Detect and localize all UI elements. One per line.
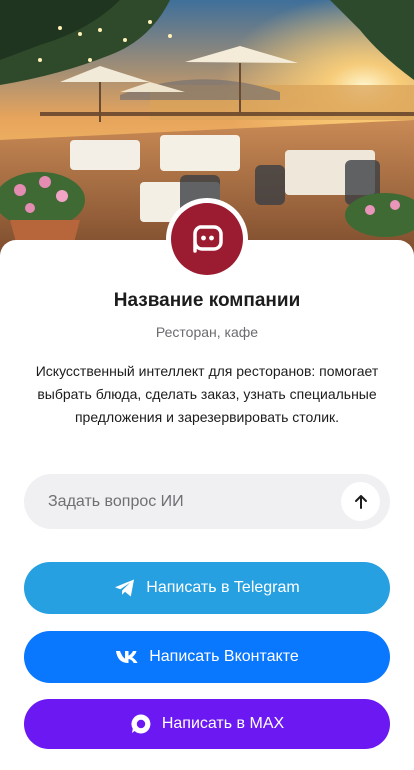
write-max-label: Написать в MAX <box>161 715 285 732</box>
ask-ai-field[interactable] <box>24 474 390 529</box>
write-vk-button[interactable]: Написать Вконтакте <box>24 631 390 683</box>
chat-bubble-icon <box>193 225 223 253</box>
company-description: Искусственный интеллект для ресторанов: … <box>35 363 379 425</box>
vk-icon <box>115 650 139 664</box>
write-telegram-label: Написать в Telegram <box>146 579 300 596</box>
ask-ai-input[interactable] <box>48 474 338 529</box>
send-button[interactable] <box>341 482 380 521</box>
company-avatar-circle <box>171 203 243 275</box>
write-telegram-button[interactable]: Написать в Telegram <box>24 562 390 614</box>
telegram-icon <box>114 578 136 598</box>
page: Название компании Ресторан, кафе Искусст… <box>0 0 414 770</box>
company-avatar <box>166 198 248 280</box>
arrow-up-icon <box>354 494 367 509</box>
write-vk-label: Написать Вконтакте <box>149 648 299 665</box>
write-max-button[interactable]: Написать в MAX <box>24 699 390 749</box>
company-category: Ресторан, кафе <box>155 324 259 340</box>
company-name: Название компании <box>113 290 301 311</box>
max-icon <box>130 713 152 735</box>
